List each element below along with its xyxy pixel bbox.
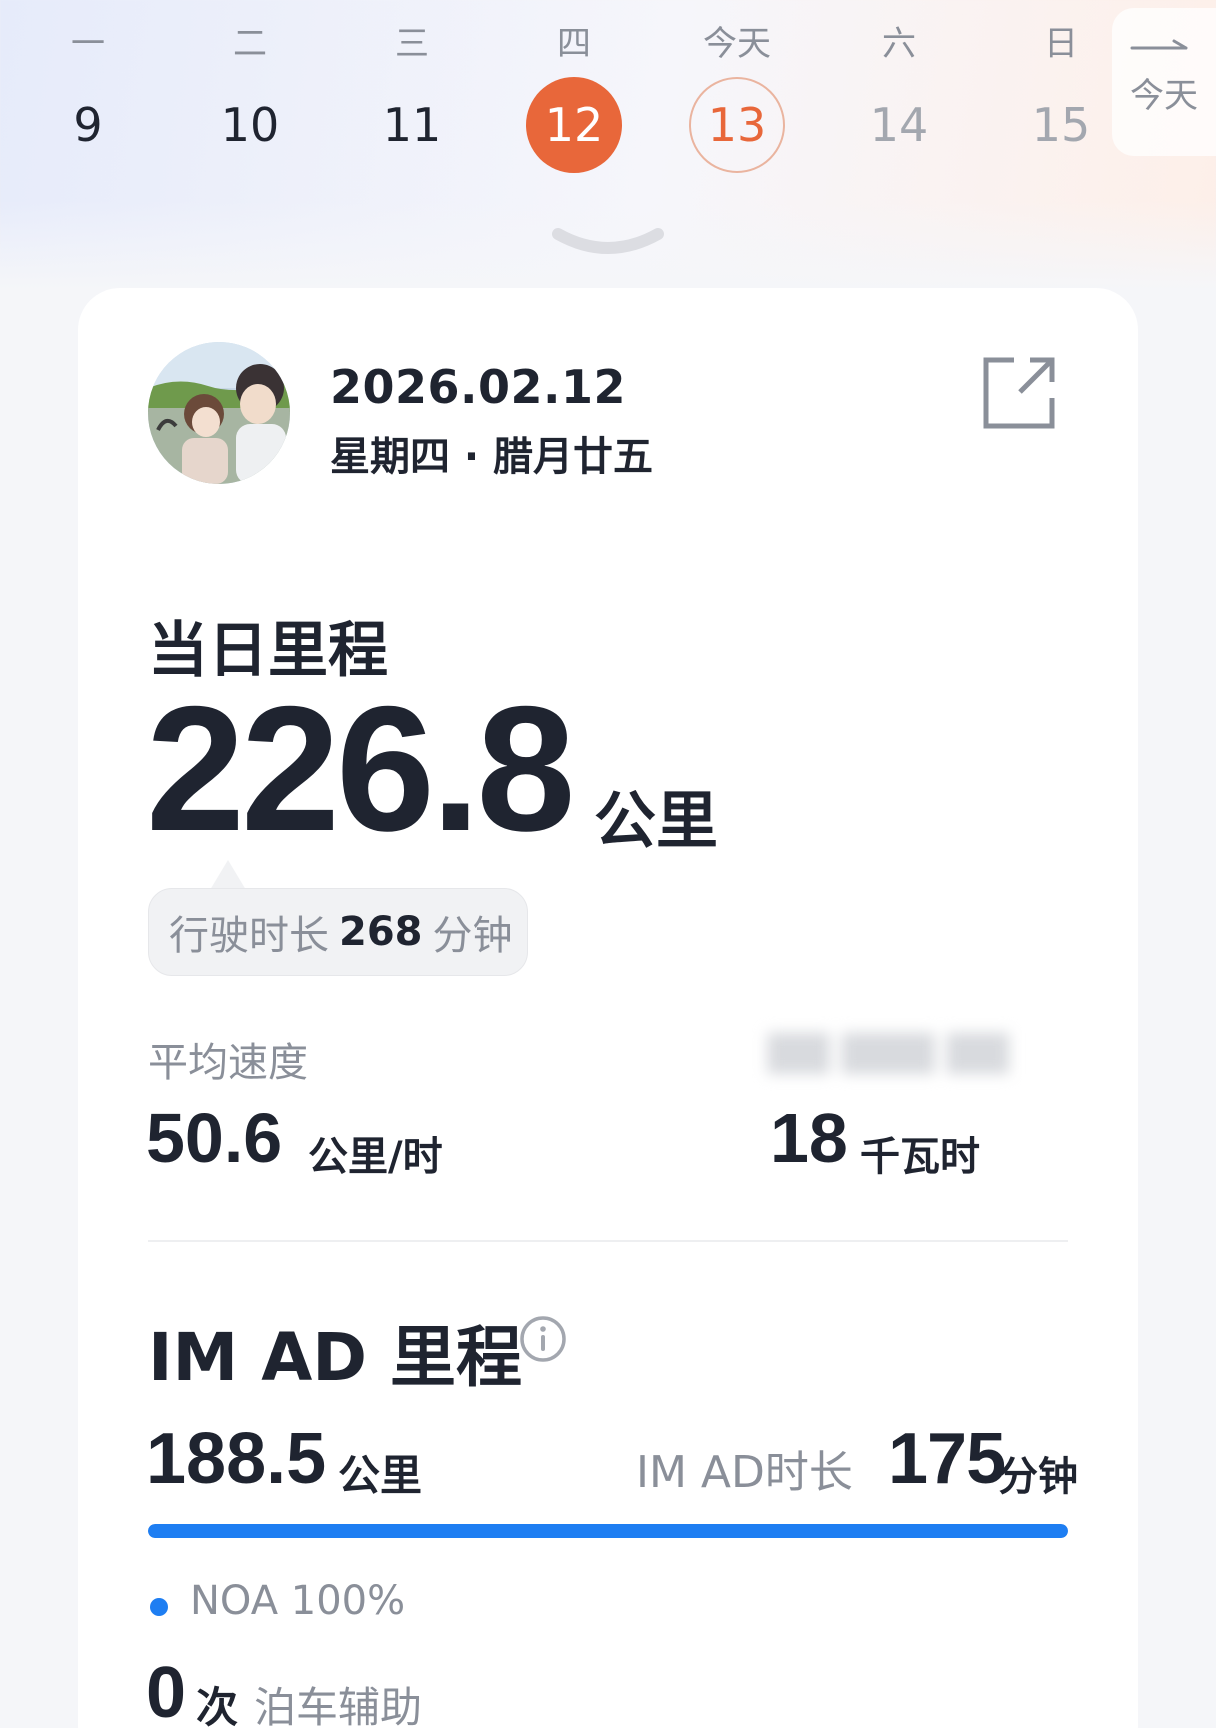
day-number: 12 <box>526 77 622 173</box>
parking-assist-unit: 次 <box>196 1683 239 1728</box>
weekday-label: 一 <box>71 24 105 64</box>
day-number: 15 <box>1031 98 1091 152</box>
duration-pill-pointer <box>210 860 246 890</box>
parking-assist-count: 0 <box>146 1653 187 1728</box>
day-number: 13 <box>689 77 785 173</box>
avg-speed-unit: 公里/时 <box>308 1134 443 1180</box>
im-ad-progress-fill <box>148 1524 1068 1538</box>
im-ad-mileage-title: IM AD 里程 <box>148 1319 523 1396</box>
avg-speed-value: 50.6 <box>146 1099 283 1177</box>
week-strip: 一 9 二 10 三 11 四 12 今天 13 六 14 日 15 今天 <box>0 0 1216 254</box>
day-item-wed[interactable]: 三 11 <box>342 0 482 190</box>
im-ad-duration-value: 175 <box>888 1419 1006 1499</box>
driving-duration-value: 268 <box>339 909 423 955</box>
weekday-label: 今天 <box>703 24 771 64</box>
avatar[interactable] <box>148 342 290 484</box>
day-number: 14 <box>869 98 929 152</box>
day-number: 9 <box>73 98 103 152</box>
weekday-label: 日 <box>1044 24 1078 64</box>
weekday-label: 二 <box>233 24 267 64</box>
day-item-tue[interactable]: 二 10 <box>180 0 320 190</box>
driving-duration-label: 行驶时长 <box>169 913 329 959</box>
day-item-thu-selected[interactable]: 四 12 <box>504 0 644 190</box>
day-number: 10 <box>220 98 280 152</box>
day-number: 11 <box>382 98 442 152</box>
im-ad-progress-bar <box>148 1524 1068 1538</box>
daily-report-card: 2026.02.12 星期四 · 腊月廿五 当日里程 226.8 公里 行驶时长… <box>78 288 1138 1728</box>
weekday-label: 四 <box>557 24 591 64</box>
noa-percentage: NOA 100% <box>190 1578 406 1624</box>
driving-duration-pill: 行驶时长 268 分钟 <box>148 888 528 976</box>
jump-to-today-button[interactable]: 今天 <box>1112 8 1216 156</box>
arrow-right-icon <box>1130 39 1188 50</box>
today-button-label: 今天 <box>1130 76 1198 116</box>
section-divider <box>148 1240 1068 1242</box>
im-ad-duration-label: IM AD时长 <box>636 1447 853 1498</box>
day-item-sun[interactable]: 日 15 <box>991 0 1131 190</box>
day-item-today[interactable]: 今天 13 <box>667 0 807 190</box>
weekday-label: 三 <box>395 24 429 64</box>
expand-chevron-icon[interactable] <box>552 228 664 258</box>
share-icon[interactable] <box>980 352 1060 432</box>
im-ad-distance-unit: 公里 <box>338 1451 423 1500</box>
im-ad-duration-unit: 分钟 <box>998 1454 1078 1500</box>
energy-unit: 千瓦时 <box>860 1134 980 1180</box>
info-icon[interactable] <box>518 1314 568 1364</box>
day-item-sat[interactable]: 六 14 <box>829 0 969 190</box>
daily-mileage-unit: 公里 <box>594 784 719 857</box>
driving-duration-unit: 分钟 <box>432 913 513 959</box>
report-weekday-lunar: 星期四 · 腊月廿五 <box>330 434 654 480</box>
im-ad-distance-value: 188.5 <box>146 1419 327 1499</box>
noa-legend-dot <box>150 1598 168 1616</box>
day-item-mon[interactable]: 一 9 <box>18 0 158 190</box>
daily-mileage-value: 226.8 <box>146 669 575 868</box>
weekday-label: 六 <box>882 24 916 64</box>
avg-speed-label: 平均速度 <box>148 1040 308 1086</box>
parking-assist-label: 泊车辅助 <box>254 1683 423 1728</box>
energy-value: 18 <box>770 1099 848 1177</box>
report-date: 2026.02.12 <box>330 360 627 414</box>
energy-label-blurred: ▇▇ ▇▇▇ ▇▇ <box>768 1028 1009 1074</box>
